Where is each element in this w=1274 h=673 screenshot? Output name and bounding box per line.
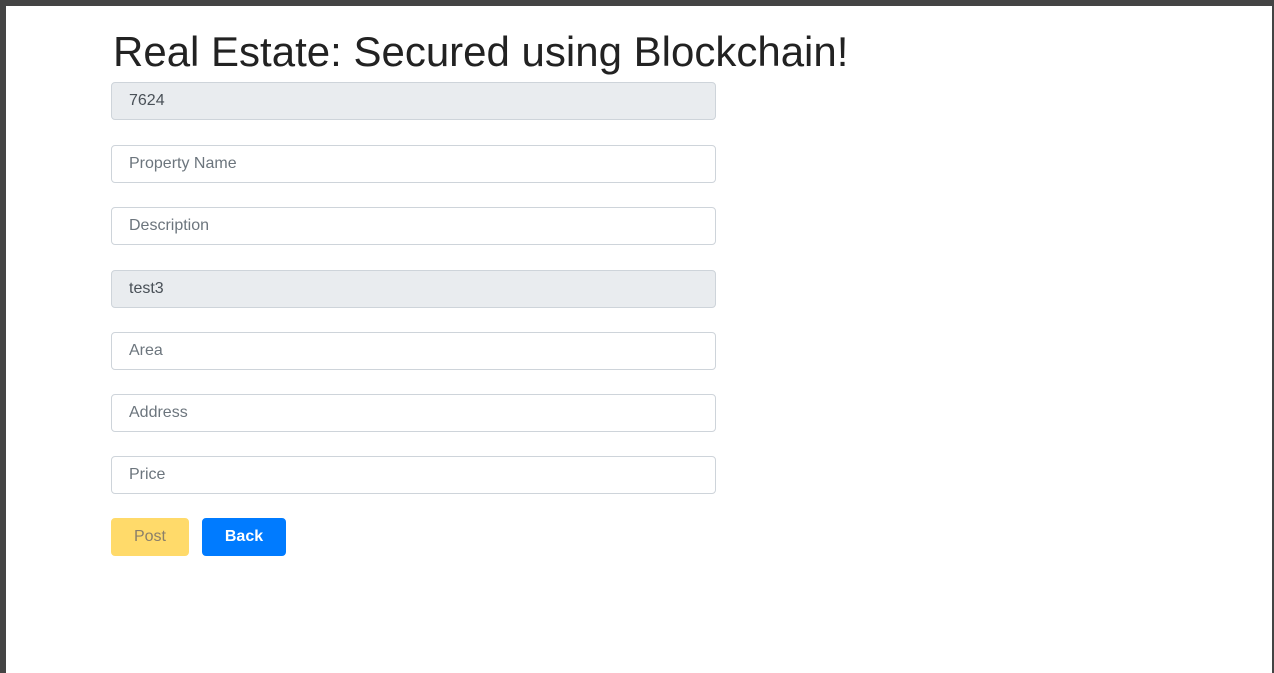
description-input[interactable] <box>111 207 716 245</box>
owner-field <box>111 270 716 308</box>
property-name-input[interactable] <box>111 145 716 183</box>
price-input[interactable] <box>111 456 716 494</box>
page-container: Real Estate: Secured using Blockchain! P… <box>6 6 1274 673</box>
area-input[interactable] <box>111 332 716 370</box>
back-button[interactable]: Back <box>202 518 286 556</box>
post-button[interactable]: Post <box>111 518 189 556</box>
page-title: Real Estate: Secured using Blockchain! <box>113 28 849 75</box>
property-id-field <box>111 82 716 120</box>
address-input[interactable] <box>111 394 716 432</box>
